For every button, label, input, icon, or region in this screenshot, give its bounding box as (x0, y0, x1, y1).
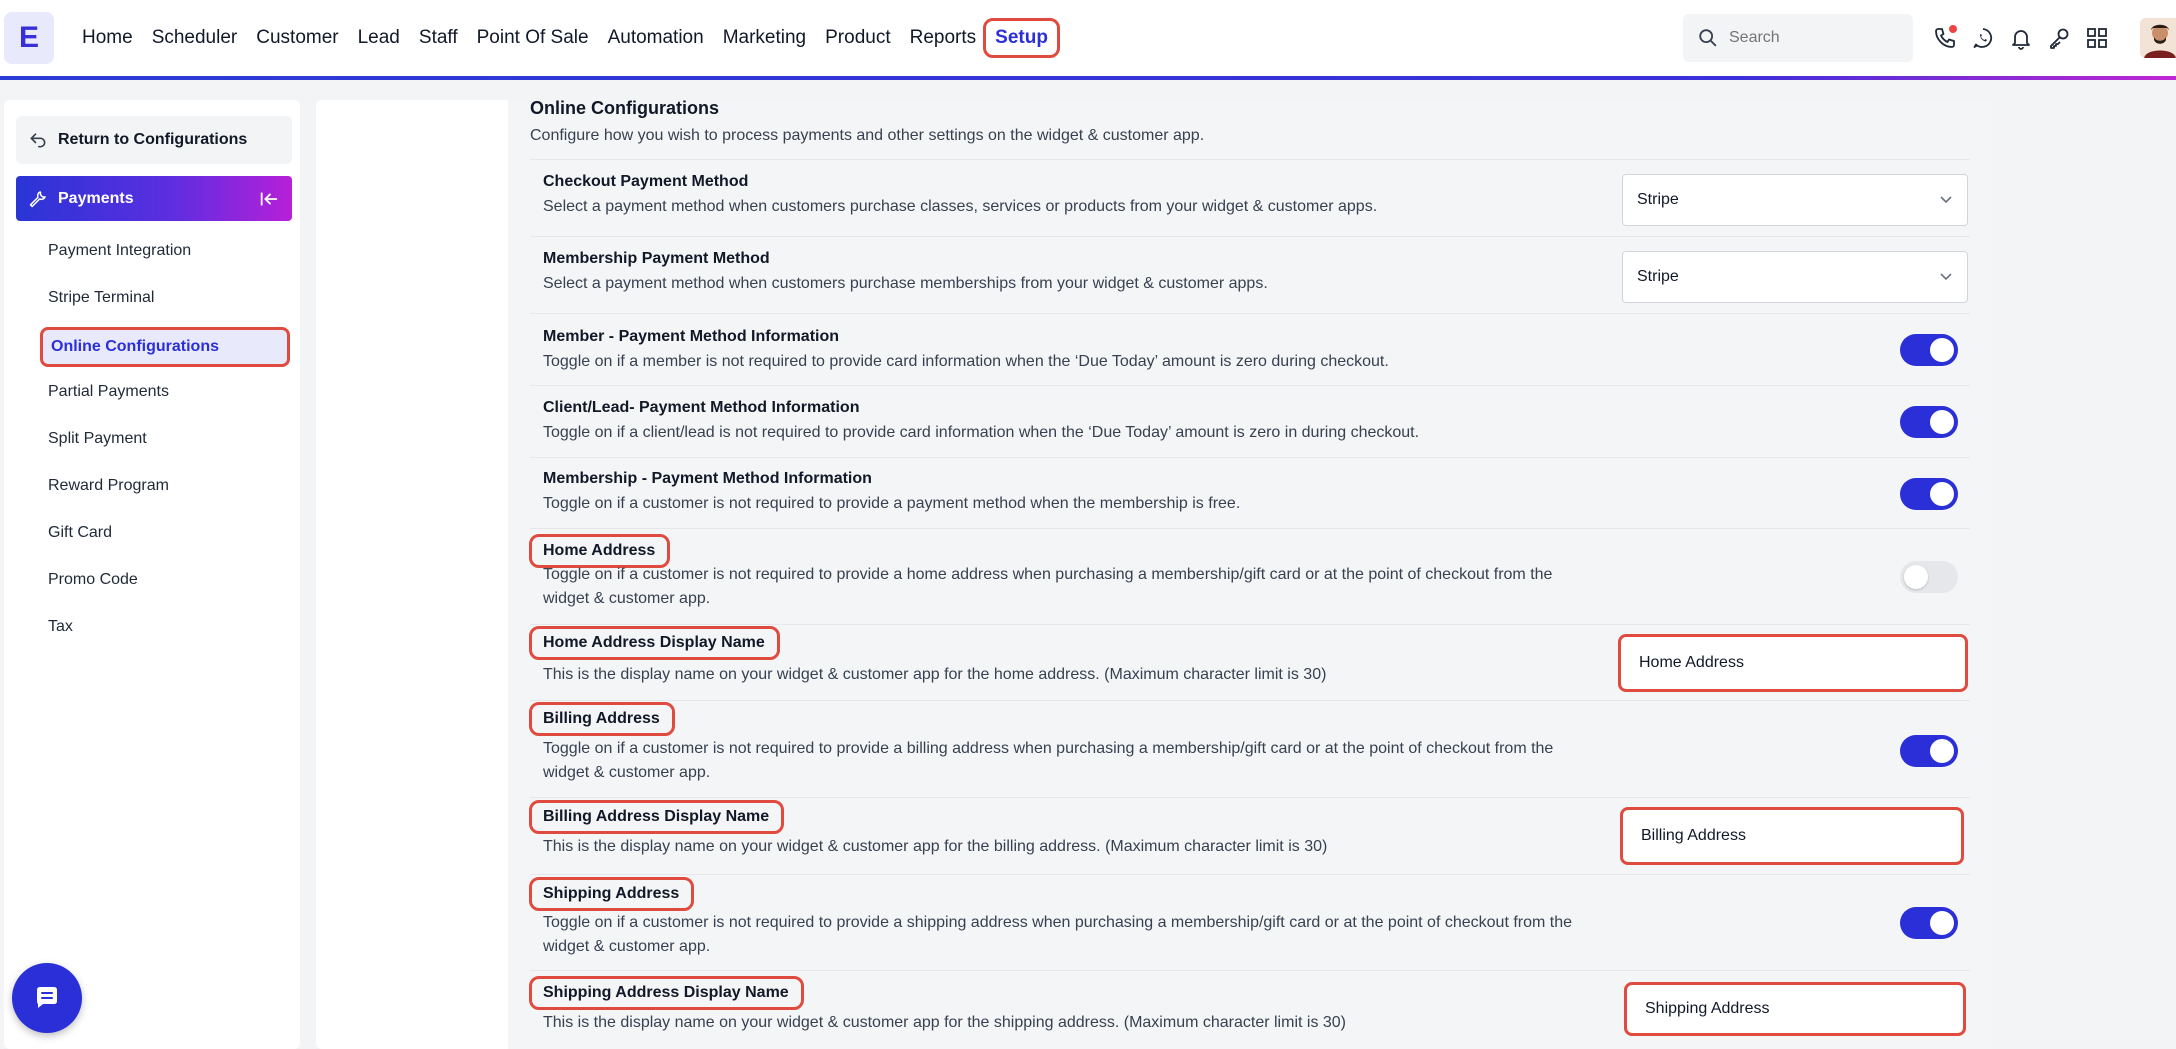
billing-address-toggle[interactable] (1900, 735, 1958, 767)
setting-title: Billing Address Display Name (529, 800, 785, 834)
setting-description: This is the display name on your widget … (543, 838, 1328, 855)
shipping-address-toggle[interactable] (1900, 907, 1958, 939)
setting-row-home-address-display-name: Home Address Display Name This is the di… (529, 624, 1970, 700)
nav-item-scheduler[interactable]: Scheduler (152, 27, 238, 49)
nav-item-marketing[interactable]: Marketing (723, 27, 806, 49)
setting-description: Toggle on if a customer is not required … (543, 566, 1553, 583)
payments-section-label: Payments (58, 189, 134, 207)
setting-description-continued: widget & customer app. (543, 764, 711, 781)
nav-item-product[interactable]: Product (825, 27, 890, 49)
input-value: Shipping Address (1645, 1000, 1770, 1017)
membership-payment-info-toggle[interactable] (1900, 478, 1958, 510)
key-icon[interactable] (2044, 23, 2074, 53)
user-avatar[interactable] (2140, 18, 2176, 58)
select-value: Stripe (1637, 268, 1679, 285)
setting-row-shipping-address-display-name: Shipping Address Display Name This is th… (529, 970, 1970, 1049)
accent-divider (0, 76, 2176, 80)
sidebar-item-reward-program[interactable]: Reward Program (48, 477, 169, 495)
billing-address-display-name-input[interactable]: Billing Address (1620, 807, 1964, 865)
setting-title: Shipping Address (529, 877, 695, 911)
wrench-icon (29, 190, 46, 207)
phone-icon[interactable] (1930, 23, 1960, 53)
chevron-down-icon (1940, 273, 1952, 281)
setting-row-client-lead-payment-method-information: Client/Lead- Payment Method Information … (530, 385, 1970, 457)
app-logo[interactable]: E (4, 12, 54, 64)
input-value: Billing Address (1641, 827, 1746, 844)
setting-title: Shipping Address Display Name (529, 976, 804, 1010)
member-payment-info-toggle[interactable] (1900, 334, 1958, 366)
setting-title: Checkout Payment Method (543, 173, 749, 190)
sidebar: Return to Configurations Payments Paymen… (4, 100, 300, 1049)
setting-row-billing-address: Billing Address Toggle on if a customer … (529, 700, 1970, 797)
shipping-address-display-name-input[interactable]: Shipping Address (1624, 982, 1966, 1036)
sidebar-item-promo-code[interactable]: Promo Code (48, 571, 138, 589)
setting-row-checkout-payment-method: Checkout Payment Method Select a payment… (530, 159, 1970, 236)
setting-title: Billing Address (529, 702, 675, 736)
checkout-payment-method-select[interactable]: Stripe (1622, 174, 1968, 226)
return-label: Return to Configurations (58, 131, 248, 148)
nav-item-automation[interactable]: Automation (608, 27, 704, 49)
home-address-display-name-input[interactable]: Home Address (1618, 634, 1968, 692)
chat-support-button[interactable] (12, 963, 82, 1033)
setting-description: Select a payment method when customers p… (543, 275, 1268, 292)
top-icons (1930, 22, 2120, 54)
nav-item-point-of-sale[interactable]: Point Of Sale (477, 27, 589, 49)
setting-title: Membership - Payment Method Information (543, 470, 872, 487)
sidebar-item-tax[interactable]: Tax (48, 618, 73, 636)
chevron-down-icon (1940, 196, 1952, 204)
setting-description: Toggle on if a client/lead is not requir… (543, 424, 1420, 441)
setting-title: Member - Payment Method Information (543, 328, 840, 345)
setting-description: Toggle on if a customer is not required … (543, 495, 1241, 512)
input-value: Home Address (1639, 654, 1744, 671)
setting-description: Toggle on if a customer is not required … (543, 914, 1573, 931)
setting-title: Client/Lead- Payment Method Information (543, 399, 860, 416)
sidebar-item-split-payment[interactable]: Split Payment (48, 430, 147, 448)
home-address-toggle[interactable] (1900, 561, 1958, 593)
setting-description-continued: widget & customer app. (543, 938, 711, 955)
search-input[interactable] (1729, 29, 1899, 47)
setting-row-member-payment-method-information: Member - Payment Method Information Togg… (530, 313, 1970, 385)
apps-grid-icon[interactable] (2082, 23, 2112, 53)
sidebar-item-stripe-terminal[interactable]: Stripe Terminal (48, 289, 154, 307)
chat-icon (37, 987, 57, 1008)
main-nav: Home Scheduler Customer Lead Staff Point… (82, 0, 1079, 76)
sidebar-item-gift-card[interactable]: Gift Card (48, 524, 112, 542)
nav-item-home[interactable]: Home (82, 27, 133, 49)
select-value: Stripe (1637, 191, 1679, 208)
nav-item-customer[interactable]: Customer (256, 27, 338, 49)
top-navigation-bar: E Home Scheduler Customer Lead Staff Poi… (0, 0, 2176, 76)
page-title: Online Configurations (530, 98, 719, 118)
setting-row-home-address: Home Address Toggle on if a customer is … (529, 528, 1970, 624)
sidebar-item-online-configurations[interactable]: Online Configurations (40, 327, 290, 367)
back-arrow-icon (30, 133, 46, 148)
nav-item-reports[interactable]: Reports (910, 27, 977, 49)
setting-description-continued: widget & customer app. (543, 590, 711, 607)
search-icon (1699, 29, 1717, 47)
sidebar-item-payment-integration[interactable]: Payment Integration (48, 242, 191, 260)
setting-row-membership-payment-method: Membership Payment Method Select a payme… (530, 236, 1970, 313)
payments-section-header[interactable]: Payments (16, 176, 292, 221)
sidebar-item-partial-payments[interactable]: Partial Payments (48, 383, 169, 401)
setting-description: This is the display name on your widget … (543, 1014, 1347, 1031)
client-lead-payment-info-toggle[interactable] (1900, 406, 1958, 438)
setting-description: This is the display name on your widget … (543, 666, 1327, 683)
bell-icon[interactable] (2006, 23, 2036, 53)
return-to-configurations-button[interactable]: Return to Configurations (16, 116, 292, 164)
setting-title: Home Address Display Name (529, 626, 780, 660)
setting-row-billing-address-display-name: Billing Address Display Name This is the… (529, 797, 1970, 874)
whatsapp-icon[interactable] (1968, 23, 1998, 53)
nav-item-lead[interactable]: Lead (358, 27, 400, 49)
setting-description: Select a payment method when customers p… (543, 198, 1378, 215)
collapse-sidebar-icon[interactable] (258, 188, 280, 210)
setting-row-membership-payment-method-information: Membership - Payment Method Information … (530, 457, 1970, 528)
setting-title: Membership Payment Method (543, 250, 770, 267)
nav-item-setup[interactable]: Setup (983, 18, 1060, 58)
setting-description: Toggle on if a customer is not required … (543, 740, 1554, 757)
nav-item-staff[interactable]: Staff (419, 27, 458, 49)
page-subtitle: Configure how you wish to process paymen… (530, 127, 1205, 144)
setting-description: Toggle on if a member is not required to… (543, 353, 1389, 370)
setting-row-shipping-address: Shipping Address Toggle on if a customer… (529, 874, 1970, 970)
search-box[interactable] (1683, 14, 1913, 62)
membership-payment-method-select[interactable]: Stripe (1622, 251, 1968, 303)
